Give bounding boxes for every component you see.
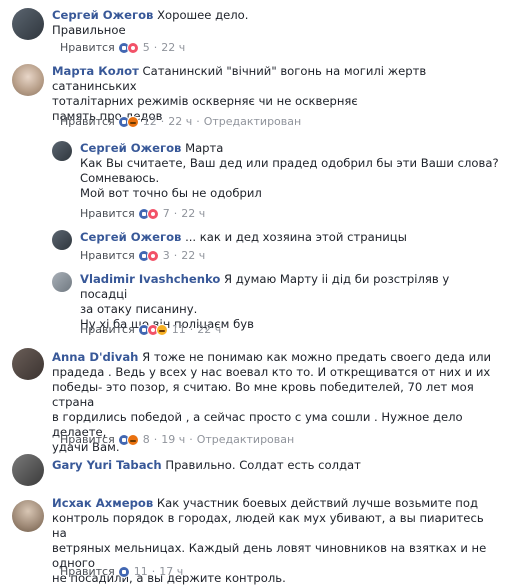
- comment-body: Сергей Ожегов Хорошее дело. Правильное: [52, 8, 492, 38]
- reaction-count: 11: [171, 323, 186, 336]
- like-button[interactable]: Нравится: [80, 248, 135, 263]
- like-button[interactable]: Нравится: [80, 206, 135, 221]
- comment-text: Как Вы считаете, Ваш дед или прадед одоб…: [80, 156, 499, 170]
- comment-text: ... как и дед хозяина этой страницы: [185, 230, 407, 244]
- comment-meta: Нравится 5 · 22 ч: [60, 40, 186, 55]
- comment-meta: Нравится 8 · 19 ч · Отредактирован: [60, 432, 295, 447]
- comment-body: Сергей Ожегов Марта Как Вы считаете, Ваш…: [80, 141, 500, 201]
- comment-meta: Нравится 12 · 22 ч · Отредактирован: [60, 114, 302, 129]
- avatar[interactable]: [12, 8, 44, 40]
- reply: Vladimir Ivashchenko Я думаю Марту іі ді…: [0, 266, 507, 338]
- edited-label[interactable]: Отредактирован: [204, 114, 302, 129]
- comment-text: тоталітарних режимів оскверняє чи не оск…: [52, 94, 358, 108]
- heart-reaction-icon: [146, 249, 159, 262]
- reaction-summary[interactable]: 5: [117, 40, 150, 55]
- comment-meta: Нравится 3 · 22 ч: [80, 248, 206, 263]
- reaction-summary[interactable]: 11: [117, 564, 148, 579]
- reaction-summary[interactable]: 12: [117, 114, 157, 129]
- like-reaction-icon: [117, 565, 130, 578]
- like-button[interactable]: Нравится: [60, 432, 115, 447]
- angry-reaction-icon: [126, 115, 139, 128]
- comment-author[interactable]: Anna D'divah: [52, 350, 138, 364]
- comment-meta: Нравится 7 · 22 ч: [80, 206, 206, 221]
- comment-text: победы- это позор, я считаю. Во мне кров…: [52, 380, 474, 409]
- comment-text: Сомневаюсь.: [80, 171, 160, 185]
- comment-time[interactable]: 22 ч: [161, 40, 185, 55]
- heart-reaction-icon: [146, 207, 159, 220]
- comment-text: Правильно. Солдат есть солдат: [165, 458, 361, 472]
- comment: Марта Колот Сатанинский "вічний" вогонь …: [0, 58, 507, 138]
- comment-author[interactable]: Исхак Ахмеров: [52, 496, 153, 510]
- comment-body: Gary Yuri Tabach Правильно. Солдат есть …: [52, 458, 502, 473]
- comment: Исхак Ахмеров Как участник боевых действ…: [0, 490, 507, 585]
- comment-text: прадеда . Ведь у всех у нас воевал кто т…: [52, 365, 491, 379]
- heart-reaction-icon: [126, 41, 139, 54]
- comment-text: Мой вот точно бы не одобрил: [80, 186, 262, 200]
- comment-time[interactable]: 22 ч: [181, 206, 205, 221]
- reply: Сергей Ожегов Марта Как Вы считаете, Ваш…: [0, 135, 507, 225]
- reaction-count: 11: [133, 565, 148, 578]
- comment-text: Я тоже не понимаю как можно предать свое…: [142, 350, 492, 364]
- comment: Сергей Ожегов Хорошее дело. Правильное Н…: [0, 0, 507, 60]
- reaction-summary[interactable]: 3: [137, 248, 170, 263]
- like-button[interactable]: Нравится: [60, 40, 115, 55]
- comment-meta: Нравится 11 · 22 ч: [80, 322, 222, 337]
- comment-text: Марта: [185, 141, 224, 155]
- avatar[interactable]: [12, 500, 44, 532]
- reaction-count: 7: [162, 207, 170, 220]
- like-button[interactable]: Нравится: [80, 322, 135, 337]
- comment-time[interactable]: 17 ч: [159, 564, 183, 579]
- reaction-count: 8: [142, 433, 150, 446]
- comment: Gary Yuri Tabach Правильно. Солдат есть …: [0, 450, 507, 490]
- reaction-count: 5: [142, 41, 150, 54]
- comment-author[interactable]: Сергей Ожегов: [80, 230, 181, 244]
- comment-text: Правильное: [52, 23, 126, 37]
- avatar[interactable]: [52, 141, 72, 161]
- reaction-count: 12: [142, 115, 157, 128]
- comment-text: Как участник боевых действий лучше возьм…: [156, 496, 478, 510]
- like-button[interactable]: Нравится: [60, 114, 115, 129]
- reaction-summary[interactable]: 8: [117, 432, 150, 447]
- avatar[interactable]: [52, 230, 72, 250]
- comment-time[interactable]: 22 ч: [181, 248, 205, 263]
- angry-reaction-icon: [126, 433, 139, 446]
- reaction-summary[interactable]: 11: [137, 322, 186, 337]
- comment-text: за отаку писанину.: [80, 302, 198, 316]
- edited-label[interactable]: Отредактирован: [197, 432, 295, 447]
- reaction-summary[interactable]: 7: [137, 206, 170, 221]
- reaction-count: 3: [162, 249, 170, 262]
- comment-text: контроль порядок в городах, людей как му…: [52, 511, 484, 540]
- comment: Anna D'divah Я тоже не понимаю как можно…: [0, 348, 507, 454]
- avatar[interactable]: [12, 454, 44, 486]
- avatar[interactable]: [12, 348, 44, 380]
- avatar[interactable]: [12, 64, 44, 96]
- comment-author[interactable]: Сергей Ожегов: [52, 8, 153, 22]
- like-button[interactable]: Нравится: [60, 564, 115, 579]
- comment-text: Хорошее дело.: [157, 8, 249, 22]
- comment-author[interactable]: Vladimir Ivashchenko: [80, 272, 220, 286]
- comment-body: Сергей Ожегов ... как и дед хозяина этой…: [80, 230, 500, 245]
- reply: Сергей Ожегов ... как и дед хозяина этой…: [0, 226, 507, 266]
- comment-author[interactable]: Марта Колот: [52, 64, 139, 78]
- comment-author[interactable]: Сергей Ожегов: [80, 141, 181, 155]
- comment-meta: Нравится 11 · 17 ч: [60, 564, 184, 579]
- haha-reaction-icon: [155, 323, 168, 336]
- comment-time[interactable]: 22 ч: [197, 322, 221, 337]
- comment-time[interactable]: 22 ч: [168, 114, 192, 129]
- comment-author[interactable]: Gary Yuri Tabach: [52, 458, 162, 472]
- avatar[interactable]: [52, 272, 72, 292]
- comment-time[interactable]: 19 ч: [161, 432, 185, 447]
